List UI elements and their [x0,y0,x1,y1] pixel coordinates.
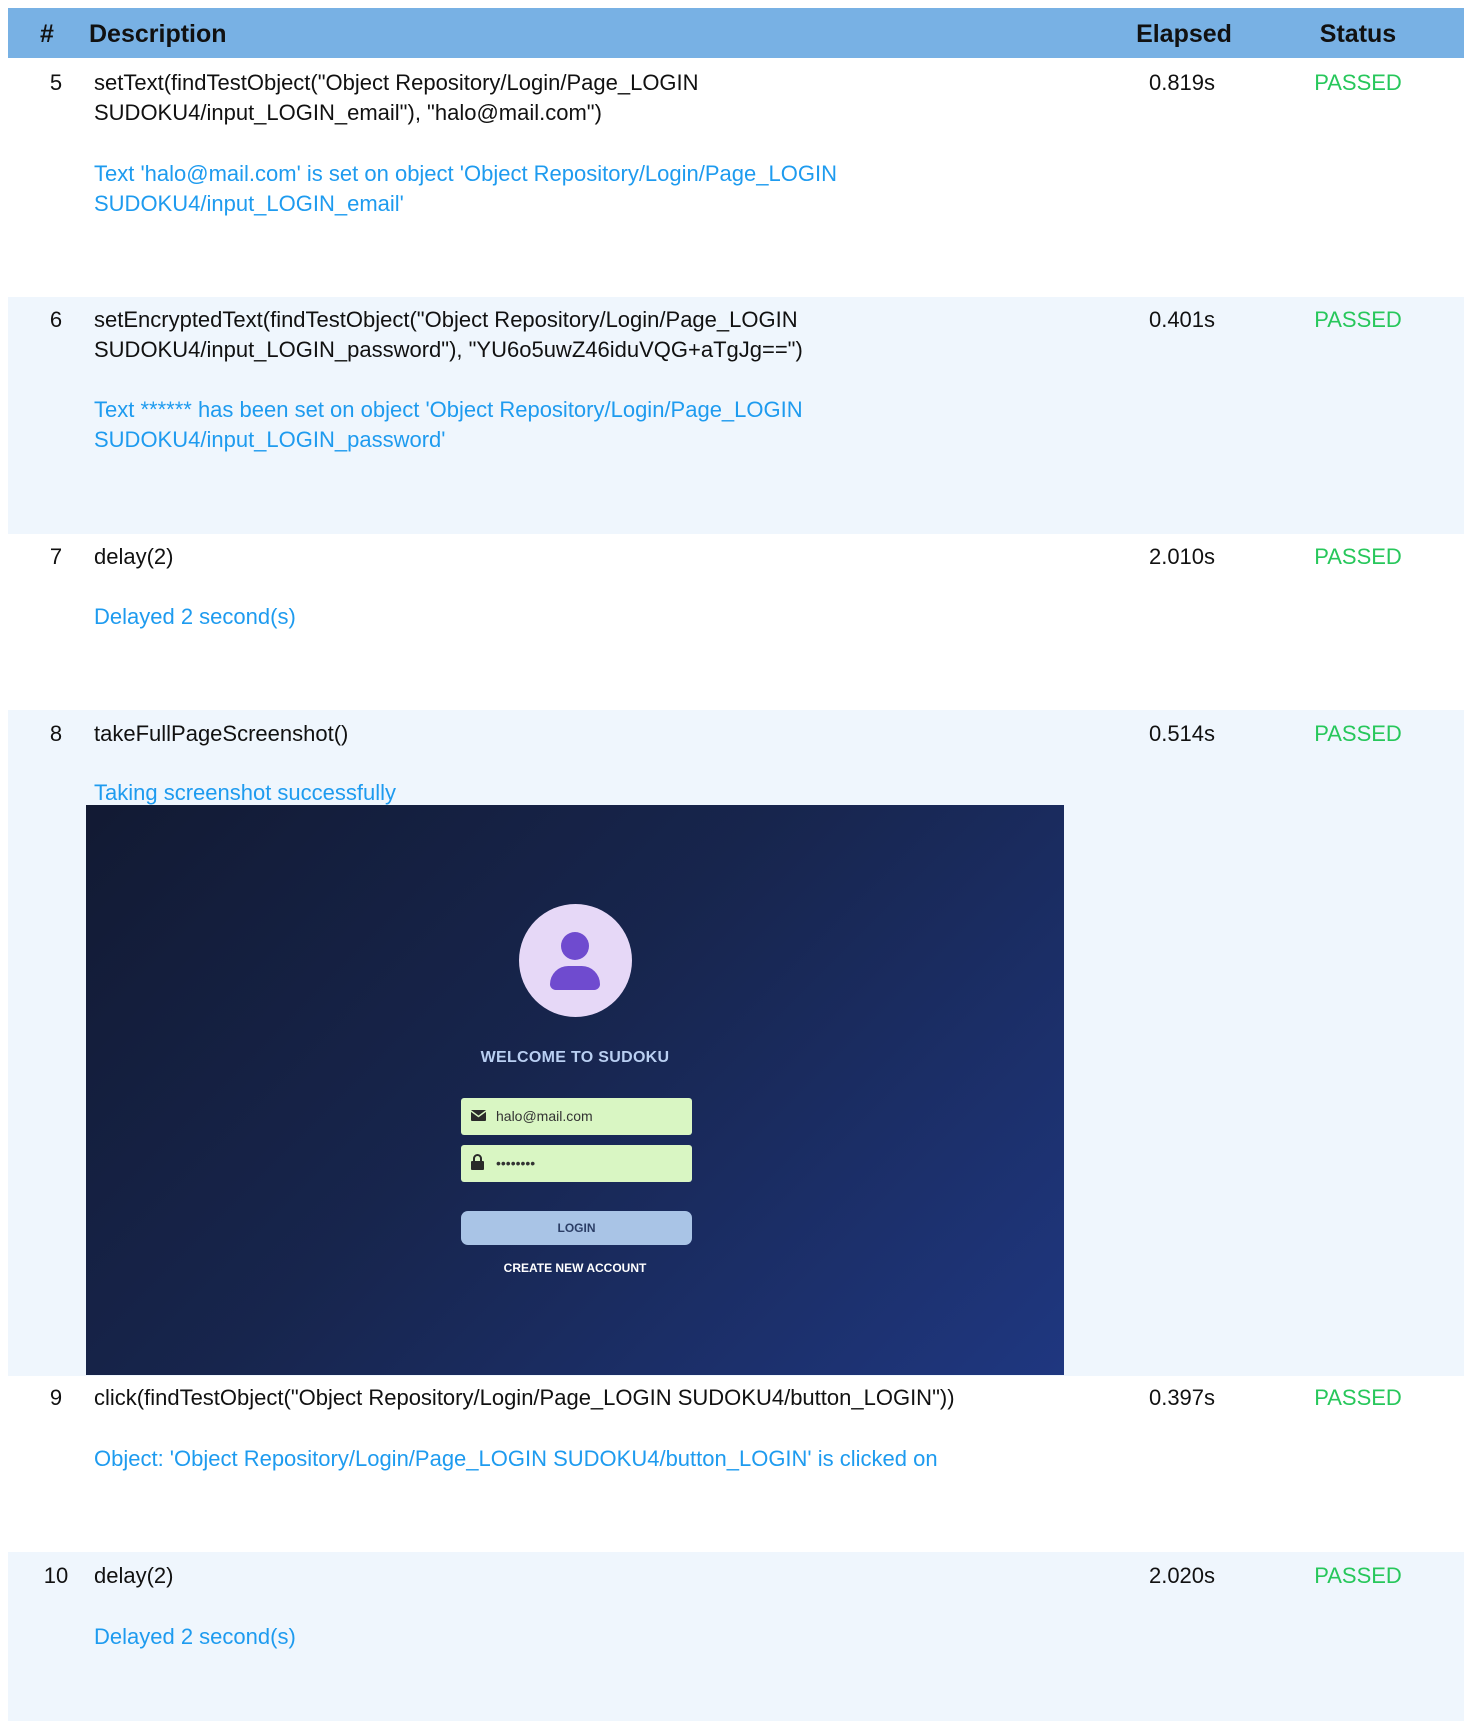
status-badge: PASSED [1314,70,1402,95]
step-message: Delayed 2 second(s) [94,602,974,632]
table-row: 10 delay(2) Delayed 2 second(s) 2.020s P… [8,1552,1464,1721]
status-badge: PASSED [1314,1385,1402,1410]
description-line: click(findTestObject("Object Repository/… [94,1385,955,1410]
message-line: Delayed 2 second(s) [94,1624,296,1649]
header-num: # [40,20,54,48]
password-field: •••••••• [461,1145,692,1182]
message-line: Text ****** has been set on object 'Obje… [94,397,803,422]
step-number: 7 [49,544,63,569]
step-description: setText(findTestObject("Object Repositor… [94,68,954,128]
message-line: SUDOKU4/input_LOGIN_email' [94,191,404,216]
table-header: # Description Elapsed Status [8,8,1464,58]
step-elapsed: 0.397s [1148,1385,1216,1410]
status-badge: PASSED [1314,544,1402,569]
email-value: halo@mail.com [496,1108,593,1124]
step-elapsed: 0.401s [1148,307,1216,332]
step-message: Object: 'Object Repository/Login/Page_LO… [94,1444,1054,1474]
test-report: # Description Elapsed Status 5 setText(f… [0,0,1467,1721]
create-account-link: CREATE NEW ACCOUNT [503,1261,647,1275]
description-line: setText(findTestObject("Object Repositor… [94,70,699,95]
step-message: Taking screenshot successfully [94,778,974,808]
step-description: delay(2) [94,1561,954,1591]
header-status: Status [1319,20,1397,48]
table-row: 5 setText(findTestObject("Object Reposit… [8,58,1464,297]
description-line: delay(2) [94,1563,174,1588]
description-line: takeFullPageScreenshot() [94,721,349,746]
step-number: 9 [49,1385,63,1410]
description-line: delay(2) [94,544,174,569]
envelope-icon [470,1109,487,1127]
message-line: Text 'halo@mail.com' is set on object 'O… [94,161,837,186]
step-description: click(findTestObject("Object Repository/… [94,1383,1054,1413]
user-icon [519,904,632,1017]
welcome-heading: WELCOME TO SUDOKU [480,1049,670,1066]
step-message: Text ****** has been set on object 'Obje… [94,395,974,455]
lock-icon [471,1154,484,1175]
login-page-screenshot[interactable]: WELCOME TO SUDOKU halo@mail.com ••••••••… [86,805,1064,1375]
step-description: takeFullPageScreenshot() [94,719,954,749]
step-description: setEncryptedText(findTestObject("Object … [94,305,954,365]
status-badge: PASSED [1314,721,1402,746]
step-number: 5 [49,70,63,95]
step-number: 8 [49,721,63,746]
step-message: Text 'halo@mail.com' is set on object 'O… [94,159,974,219]
description-line: SUDOKU4/input_LOGIN_email"), "halo@mail.… [94,100,602,125]
step-elapsed: 0.514s [1148,721,1216,746]
step-elapsed: 0.819s [1148,70,1216,95]
header-elapsed: Elapsed [1136,20,1232,48]
status-badge: PASSED [1314,1563,1402,1588]
step-elapsed: 2.020s [1148,1563,1216,1588]
header-description: Description [89,20,227,48]
message-line: SUDOKU4/input_LOGIN_password' [94,427,446,452]
message-line: Object: 'Object Repository/Login/Page_LO… [94,1446,938,1471]
description-line: SUDOKU4/input_LOGIN_password"), "YU6o5uw… [94,337,803,362]
step-number: 10 [43,1563,69,1588]
step-number: 6 [49,307,63,332]
step-message: Delayed 2 second(s) [94,1622,974,1652]
description-line: setEncryptedText(findTestObject("Object … [94,307,798,332]
login-button: LOGIN [461,1211,692,1245]
table-row: 9 click(findTestObject("Object Repositor… [8,1376,1464,1552]
table-row: 6 setEncryptedText(findTestObject("Objec… [8,297,1464,534]
status-badge: PASSED [1314,307,1402,332]
message-line: Taking screenshot successfully [94,780,397,805]
password-value: •••••••• [496,1155,536,1171]
message-line: Delayed 2 second(s) [94,604,296,629]
table-row: 7 delay(2) Delayed 2 second(s) 2.010s PA… [8,534,1464,710]
step-description: delay(2) [94,542,954,572]
email-field: halo@mail.com [461,1098,692,1135]
step-elapsed: 2.010s [1148,544,1216,569]
